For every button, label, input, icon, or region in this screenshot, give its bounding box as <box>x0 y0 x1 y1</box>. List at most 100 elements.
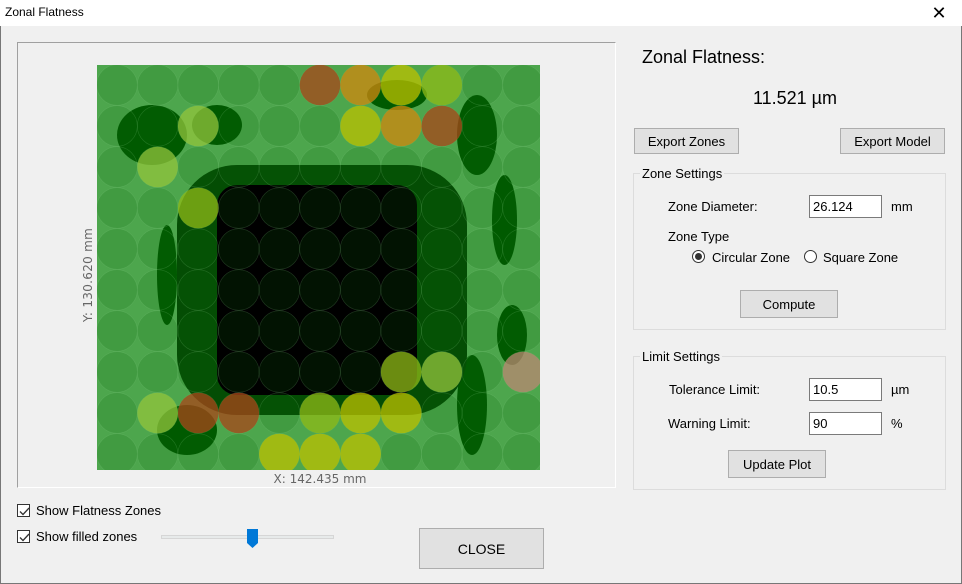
zone <box>502 105 540 147</box>
zone <box>258 187 300 229</box>
zone <box>218 187 260 229</box>
x-axis-label: X: 142.435 mm <box>273 472 367 486</box>
export-zones-button[interactable]: Export Zones <box>634 128 739 154</box>
zone <box>258 65 300 106</box>
checkmark-icon <box>19 507 30 516</box>
zone <box>380 433 422 470</box>
zone <box>258 269 300 311</box>
zone <box>97 433 138 470</box>
zone <box>218 351 260 393</box>
zone <box>258 146 300 188</box>
zone <box>299 187 341 229</box>
zone-red <box>299 65 341 106</box>
zone <box>502 310 540 352</box>
show-filled-zones-label[interactable]: Show filled zones <box>36 529 137 544</box>
zone <box>177 351 219 393</box>
zone-type-label: Zone Type <box>668 229 730 244</box>
fill-opacity-slider-thumb[interactable] <box>247 529 259 548</box>
zone-yellow <box>380 392 422 434</box>
zone <box>177 269 219 311</box>
zone <box>502 187 540 229</box>
zone <box>421 146 463 188</box>
zone <box>340 146 382 188</box>
show-flatness-zones-label[interactable]: Show Flatness Zones <box>36 503 161 518</box>
zone <box>502 228 540 270</box>
zone <box>461 269 504 311</box>
zone-lightgreen <box>177 105 219 147</box>
zone <box>218 310 260 352</box>
circular-zone-label[interactable]: Circular Zone <box>712 250 790 265</box>
zone <box>97 146 138 188</box>
zone <box>218 65 260 106</box>
zone <box>258 392 300 434</box>
zone <box>380 146 422 188</box>
show-flatness-zones-checkbox[interactable] <box>17 504 30 517</box>
zone-yellowgreen <box>421 65 463 106</box>
square-zone-label[interactable]: Square Zone <box>823 250 898 265</box>
zone-settings-legend: Zone Settings <box>640 166 725 181</box>
zone <box>380 269 422 311</box>
warning-limit-input[interactable]: 90 <box>809 412 882 435</box>
tolerance-limit-label: Tolerance Limit: <box>669 382 761 397</box>
zone <box>97 187 138 229</box>
zone <box>177 310 219 352</box>
zone-diameter-input[interactable]: 26.124 <box>809 195 882 218</box>
zone <box>461 310 504 352</box>
zone <box>137 65 179 106</box>
zone <box>136 310 179 352</box>
zone <box>380 310 422 352</box>
zone <box>421 433 463 470</box>
zone <box>421 187 463 229</box>
zone <box>97 65 138 106</box>
zone <box>340 228 382 270</box>
zone <box>97 105 138 147</box>
show-filled-zones-checkbox[interactable] <box>17 530 30 543</box>
zone-yellowgreen <box>380 351 422 393</box>
warning-limit-label: Warning Limit: <box>668 416 751 431</box>
zone <box>502 146 540 188</box>
zone <box>136 187 179 229</box>
zone <box>461 65 503 106</box>
zone <box>136 351 179 393</box>
zone-yellow <box>340 392 381 434</box>
zone <box>97 392 138 434</box>
zone <box>421 392 463 434</box>
zone <box>97 310 138 352</box>
zone <box>218 269 260 311</box>
zone <box>340 269 382 311</box>
zone <box>258 105 300 147</box>
zone <box>502 269 540 311</box>
zone <box>340 351 382 393</box>
zonal-flatness-heading: Zonal Flatness: <box>642 47 766 67</box>
zone-diameter-label: Zone Diameter: <box>668 199 758 214</box>
zone-lightgreen <box>137 392 178 434</box>
zone-yellow <box>380 65 422 106</box>
update-plot-button[interactable]: Update Plot <box>728 450 826 478</box>
zone <box>340 310 382 352</box>
circular-zone-radio[interactable] <box>692 250 705 263</box>
window-close-icon[interactable]: ✕ <box>916 0 962 26</box>
title-bar: Zonal Flatness ✕ <box>0 0 962 26</box>
zone <box>299 228 341 270</box>
zone <box>177 433 219 470</box>
flatness-plot[interactable] <box>97 65 540 470</box>
zone <box>340 187 382 229</box>
zone <box>136 105 179 147</box>
compute-button[interactable]: Compute <box>740 290 838 318</box>
zone <box>97 269 138 311</box>
square-zone-radio[interactable] <box>804 250 817 263</box>
export-model-button[interactable]: Export Model <box>840 128 945 154</box>
tolerance-limit-input[interactable]: 10.5 <box>809 378 882 401</box>
zone <box>461 187 504 229</box>
zone <box>299 105 341 147</box>
close-button[interactable]: CLOSE <box>419 528 544 569</box>
zone <box>299 310 341 352</box>
zone <box>502 65 540 106</box>
zone <box>299 146 341 188</box>
zone <box>218 105 260 147</box>
zone <box>218 146 260 188</box>
zone-yellowgreen <box>299 392 341 434</box>
zone-diameter-unit: mm <box>891 199 913 214</box>
zone <box>421 269 463 311</box>
zone <box>97 351 138 393</box>
